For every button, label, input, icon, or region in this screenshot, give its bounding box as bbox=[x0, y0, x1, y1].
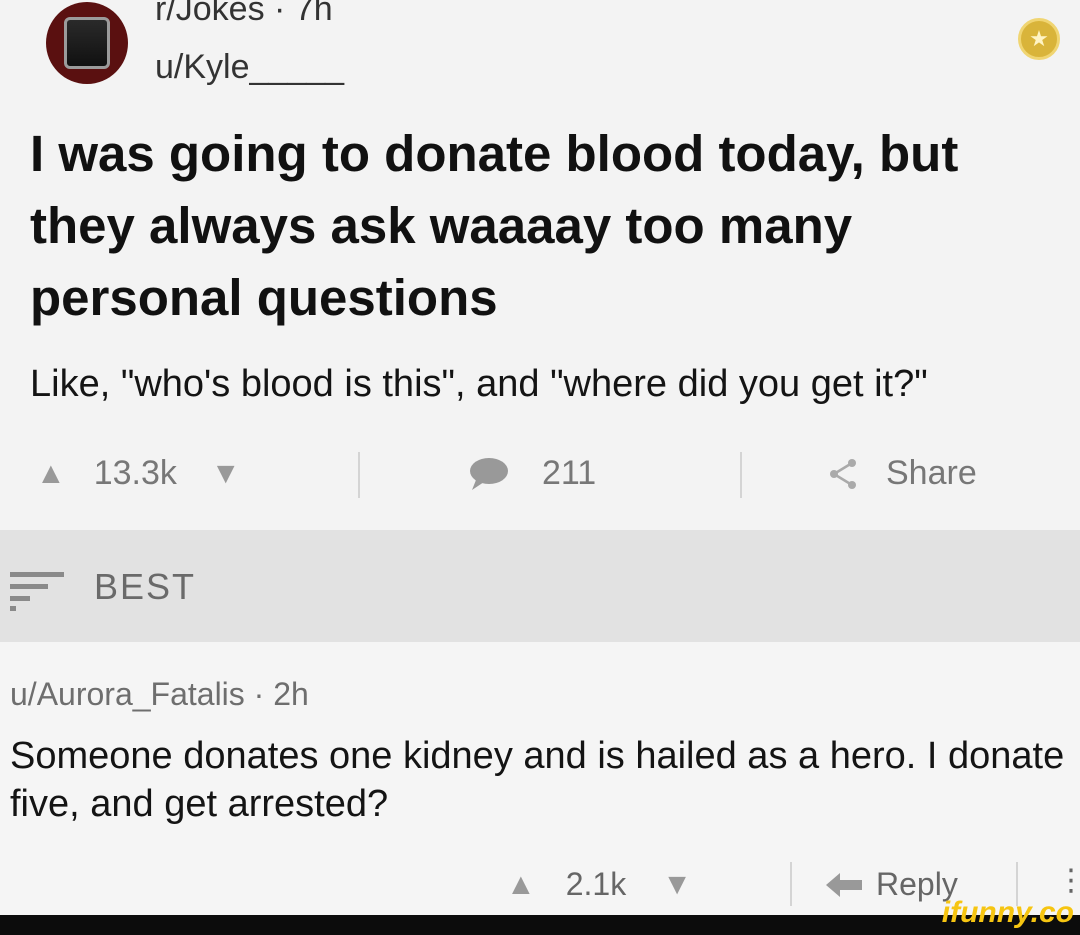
subreddit-link[interactable]: r/Jokes bbox=[155, 0, 265, 28]
more-options-icon[interactable]: ⋮ bbox=[1056, 866, 1080, 896]
post-title[interactable]: I was going to donate blood today, but t… bbox=[30, 118, 1050, 334]
post-card: r/Jokes · 7h u/Kyle_____ ★ I was going t… bbox=[0, 0, 1080, 530]
upvote-icon[interactable]: ▲ bbox=[506, 868, 536, 902]
avatar-image bbox=[64, 17, 110, 69]
share-icon bbox=[830, 458, 856, 489]
comments-button[interactable]: 211 bbox=[468, 454, 596, 493]
divider bbox=[790, 862, 792, 906]
post-author[interactable]: u/Kyle_____ bbox=[155, 48, 344, 87]
share-label: Share bbox=[886, 454, 977, 492]
share-button[interactable]: Share bbox=[826, 454, 977, 493]
reply-arrow-icon bbox=[826, 872, 862, 897]
comment-sort-bar[interactable]: BEST bbox=[0, 530, 1080, 642]
meta-separator: · bbox=[253, 676, 274, 712]
post-time: 7h bbox=[294, 0, 333, 28]
comment-body: Someone donates one kidney and is hailed… bbox=[10, 735, 1065, 825]
comment-meta: u/Aurora_Fatalis · 2h bbox=[10, 676, 309, 713]
sort-label[interactable]: BEST bbox=[94, 566, 196, 608]
comment-author[interactable]: u/Aurora_Fatalis bbox=[10, 676, 245, 712]
post-body: Like, "who's blood is this", and "where … bbox=[30, 363, 928, 405]
downvote-icon[interactable]: ▼ bbox=[211, 457, 241, 491]
post-actions: ▲ 13.3k ▼ 211 Share bbox=[0, 440, 1080, 510]
comment-vote-count: 2.1k bbox=[565, 866, 627, 902]
star-award-icon[interactable]: ★ bbox=[1018, 18, 1060, 60]
meta-separator: · bbox=[274, 0, 295, 28]
sort-icon bbox=[10, 572, 66, 611]
vote-group: ▲ 13.3k ▼ bbox=[36, 454, 241, 493]
upvote-icon[interactable]: ▲ bbox=[36, 457, 66, 491]
divider bbox=[740, 452, 742, 498]
speech-bubble-icon bbox=[470, 457, 508, 490]
downvote-icon[interactable]: ▼ bbox=[662, 868, 692, 902]
footer-bar bbox=[0, 915, 1080, 935]
comment-count: 211 bbox=[542, 454, 597, 492]
divider bbox=[358, 452, 360, 498]
comment-time: 2h bbox=[273, 676, 309, 712]
reply-button[interactable]: Reply bbox=[824, 866, 958, 903]
subreddit-avatar[interactable] bbox=[46, 2, 128, 84]
vote-count: 13.3k bbox=[93, 454, 177, 492]
post-meta: r/Jokes · 7h bbox=[155, 0, 333, 29]
comment-vote-group: ▲ 2.1k ▼ bbox=[506, 866, 692, 903]
watermark-logo: ifunny.co bbox=[941, 896, 1074, 929]
